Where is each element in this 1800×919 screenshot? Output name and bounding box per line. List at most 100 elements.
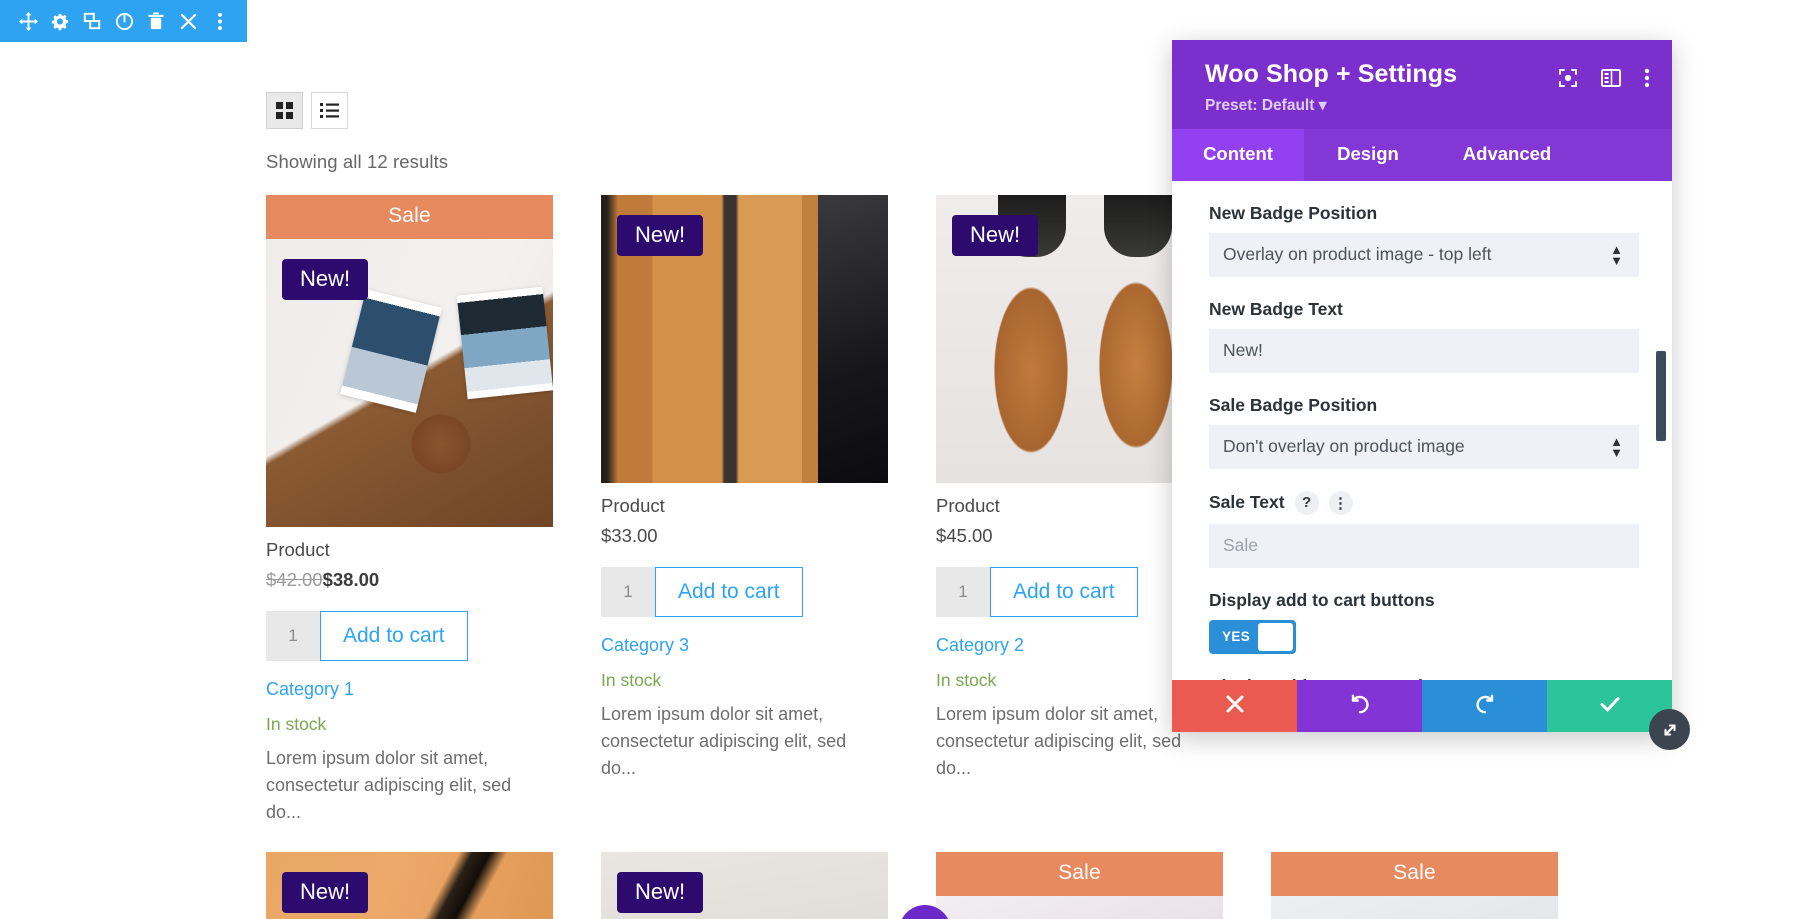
undo-button[interactable] (1297, 680, 1422, 732)
resize-handle-icon[interactable] (1649, 709, 1690, 750)
duplicate-icon[interactable] (76, 0, 108, 42)
add-to-cart-button[interactable]: Add to cart (655, 567, 803, 617)
move-icon[interactable] (12, 0, 44, 42)
layout-panel-icon[interactable] (1601, 69, 1621, 87)
quantity-input[interactable]: 1 (601, 567, 655, 617)
product-card[interactable]: New! (601, 852, 888, 919)
product-category-link[interactable]: Category 1 (266, 679, 553, 700)
sale-text-input[interactable]: Sale (1209, 523, 1639, 568)
product-stock-status: In stock (266, 714, 327, 734)
field-sale-text: Sale Text ? ⋮ Sale (1209, 490, 1639, 568)
product-card[interactable]: Sale (936, 852, 1223, 919)
gear-icon[interactable] (44, 0, 76, 42)
panel-header-titles: Woo Shop + Settings Preset: Default ▾ (1205, 60, 1457, 115)
product-sale-price: $45.00 (936, 525, 993, 546)
product-description: Lorem ipsum dolor sit amet, consectetur … (266, 745, 546, 826)
undo-icon (1348, 692, 1372, 721)
new-badge: New! (952, 215, 1039, 257)
tab-content[interactable]: Content (1172, 128, 1304, 181)
field-label: Display add to cart buttons (1209, 589, 1435, 610)
new-badge-position-select[interactable]: Overlay on product image - top left ▲ ▼ (1209, 232, 1639, 277)
display-add-to-cart-buttons-toggle[interactable]: YES (1209, 619, 1296, 654)
product-description-line2: consectetur adipiscing elit, sed do... (601, 731, 847, 778)
sale-badge-position-value: Don't overlay on product image (1223, 436, 1465, 457)
more-vertical-icon[interactable] (204, 0, 236, 42)
tab-advanced[interactable]: Advanced (1432, 129, 1582, 181)
close-button[interactable] (1172, 680, 1297, 732)
redo-icon (1473, 692, 1497, 721)
field-display-add-to-cart-buttons: Display add to cart buttons YES (1209, 590, 1639, 654)
close-icon[interactable] (172, 0, 204, 42)
product-sale-price: $38.00 (322, 569, 380, 590)
product-description: Lorem ipsum dolor sit amet, consectetur … (601, 701, 881, 782)
product-card[interactable]: Sale (1271, 852, 1558, 919)
product-card[interactable]: Sale New! Product $42.00$38.00 1 Add to … (266, 195, 553, 826)
more-vertical-icon[interactable] (1644, 68, 1650, 88)
field-sale-badge-position: Sale Badge Position Don't overlay on pro… (1209, 395, 1639, 469)
add-to-cart-button[interactable]: Add to cart (320, 611, 468, 661)
quantity-input[interactable]: 1 (936, 567, 990, 617)
new-badge-text-input[interactable]: New! (1209, 328, 1639, 373)
toggle-state-label: YES (1222, 629, 1251, 645)
check-icon (1598, 692, 1622, 721)
field-new-badge-position: New Badge Position Overlay on product im… (1209, 203, 1639, 277)
panel-tabs: Content Design Advanced (1172, 128, 1672, 181)
field-label: Sale Text (1209, 492, 1285, 513)
module-editor-toolbar (0, 0, 247, 42)
redo-button[interactable] (1422, 680, 1547, 732)
field-label: New Badge Position (1209, 202, 1378, 223)
product-image[interactable]: New! (266, 852, 553, 919)
new-badge: New! (282, 872, 369, 914)
new-badge: New! (617, 872, 704, 914)
product-description-line2: consectetur adipiscing elit, sed do... (936, 731, 1182, 778)
panel-scrollbar-track[interactable] (1656, 181, 1666, 680)
help-icon[interactable]: ? (1294, 490, 1319, 515)
module-settings-panel: Woo Shop + Settings Preset: Default ▾ Co… (1172, 40, 1690, 750)
product-image[interactable]: New! (601, 852, 888, 919)
panel-preset-label: Preset: Default (1205, 96, 1315, 114)
product-category-link[interactable]: Category 3 (601, 635, 888, 656)
product-image[interactable]: New! (601, 195, 888, 483)
grid-view-toggle[interactable] (266, 92, 303, 129)
add-to-cart-button[interactable]: Add to cart (990, 567, 1138, 617)
new-badge-position-value: Overlay on product image - top left (1223, 244, 1492, 265)
list-view-toggle[interactable] (311, 92, 348, 129)
product-old-price: $42.00 (266, 569, 323, 590)
field-label: Display add to cart quantity (1209, 676, 1639, 680)
cart-row: 1 Add to cart (601, 567, 888, 617)
field-display-add-to-cart-quantity: Display add to cart quantity (1209, 676, 1639, 680)
panel-scrollbar-thumb[interactable] (1656, 350, 1666, 441)
panel-title: Woo Shop + Settings (1205, 60, 1458, 88)
sale-badge: Sale (266, 195, 553, 239)
new-badge: New! (617, 215, 704, 257)
field-label-row: Sale Text ? ⋮ (1209, 490, 1639, 515)
panel-footer (1172, 680, 1672, 732)
select-arrows-icon: ▲ ▼ (1610, 433, 1623, 460)
sale-badge: Sale (936, 852, 1223, 896)
product-card[interactable]: New! (266, 852, 553, 919)
product-card[interactable]: New! Product $33.00 1 Add to cart Catego… (601, 195, 888, 826)
product-price: $33.00 (601, 525, 888, 547)
sale-badge-position-select[interactable]: Don't overlay on product image ▲ ▼ (1209, 424, 1639, 469)
close-icon (1224, 693, 1246, 720)
cart-row: 1 Add to cart (266, 611, 553, 661)
sale-badge: Sale (1271, 852, 1558, 896)
focus-target-icon[interactable] (1558, 68, 1578, 88)
field-label: New Badge Text (1209, 298, 1343, 319)
trash-icon[interactable] (140, 0, 172, 42)
panel-preset-selector[interactable]: Preset: Default ▾ (1205, 96, 1457, 115)
product-title[interactable]: Product (601, 495, 888, 517)
product-image[interactable]: New! (266, 239, 553, 527)
quantity-input[interactable]: 1 (266, 611, 320, 661)
panel-header-icons (1558, 60, 1650, 88)
new-badge: New! (282, 259, 369, 301)
more-vertical-icon[interactable]: ⋮ (1328, 490, 1353, 515)
toggle-knob (1258, 622, 1293, 651)
power-icon[interactable] (108, 0, 140, 42)
product-image[interactable] (1271, 896, 1558, 919)
product-title[interactable]: Product (266, 539, 553, 561)
product-description-line2: consectetur adipiscing elit, sed do... (266, 775, 512, 822)
product-stock-status: In stock (601, 670, 662, 690)
product-image[interactable] (936, 896, 1223, 919)
tab-design[interactable]: Design (1304, 129, 1432, 181)
